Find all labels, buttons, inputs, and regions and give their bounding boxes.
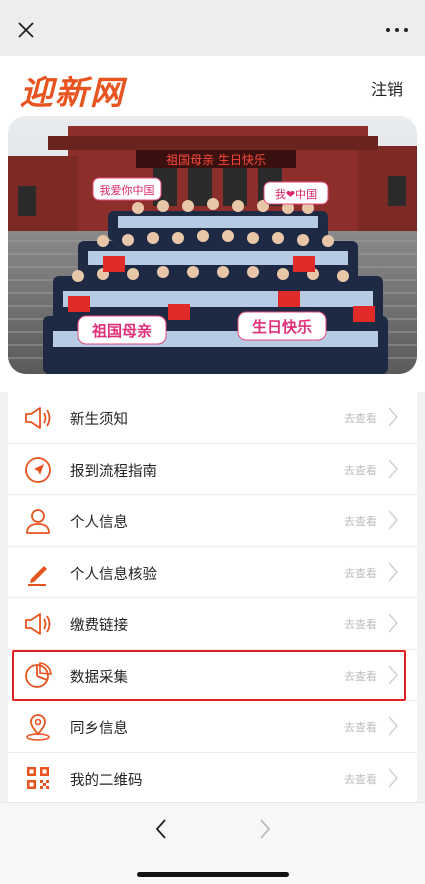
pencil-icon (22, 558, 54, 588)
menu-item-hint: 去查看 (344, 772, 377, 786)
chevron-right-icon (388, 407, 398, 427)
menu-item-hint: 去查看 (344, 463, 377, 477)
more-options-icon[interactable] (383, 18, 411, 42)
hero-sign-right-bottom: 生日快乐 (252, 318, 312, 336)
qr-code-icon (22, 764, 54, 794)
menu-item-hint: 去查看 (344, 566, 377, 580)
compass-icon (22, 455, 54, 485)
hero-photo: 祖国母亲 生日快乐 我爱你中国 我❤中国 祖国母亲 生日快乐 (8, 116, 417, 374)
menu-item-hometown-info[interactable]: 同乡信息 去查看 (8, 701, 417, 753)
app-logo: 迎新网 (20, 73, 125, 112)
hero-sign-left-bottom: 祖国母亲 (91, 322, 152, 340)
menu-item-hint: 去查看 (344, 515, 377, 528)
menu-item-label: 个人信息 (70, 515, 128, 531)
menu-item-hint: 去查看 (344, 412, 377, 425)
forward-arrow-icon[interactable] (252, 817, 276, 841)
chevron-right-icon (388, 562, 398, 581)
menu-item-label: 个人信息核验 (70, 566, 157, 583)
close-icon[interactable] (14, 18, 38, 42)
browser-bottom-bar (0, 802, 425, 884)
menu-item-info-verification[interactable]: 个人信息核验 去查看 (8, 547, 417, 598)
pie-chart-icon (22, 661, 54, 691)
menu-item-label: 缴费链接 (70, 618, 128, 634)
home-indicator (137, 872, 289, 877)
menu-item-hint: 去查看 (344, 669, 377, 683)
menu-item-my-qr-code[interactable]: 我的二维码 去查看 (8, 753, 417, 803)
chevron-right-icon (388, 716, 398, 736)
menu-item-hint: 去查看 (344, 721, 377, 734)
megaphone-icon (22, 609, 54, 639)
menu-item-personal-info[interactable]: 个人信息 去查看 (8, 495, 417, 547)
menu-item-payment-link[interactable]: 缴费链接 去查看 (8, 598, 417, 650)
chevron-right-icon (388, 459, 398, 478)
menu-item-label: 同乡信息 (70, 721, 128, 737)
chevron-right-icon (388, 510, 398, 530)
menu-item-registration-guide[interactable]: 报到流程指南 去查看 (8, 444, 417, 495)
hero-banner-text: 祖国母亲 生日快乐 (166, 152, 266, 167)
chevron-right-icon (388, 613, 398, 633)
user-icon (22, 506, 54, 536)
chevron-right-icon (388, 768, 398, 787)
menu-item-freshman-notice[interactable]: 新生须知 去查看 (8, 392, 417, 444)
megaphone-icon (22, 403, 54, 433)
app-header: 迎新网 注销 (0, 56, 425, 116)
hero-sign-left-top: 我爱你中国 (100, 184, 155, 197)
menu-item-hint: 去查看 (344, 618, 377, 631)
chevron-right-icon (388, 665, 398, 684)
menu-item-data-collection[interactable]: 数据采集 去查看 (8, 650, 417, 701)
top-bar (0, 0, 425, 56)
menu-item-label: 报到流程指南 (70, 463, 157, 480)
menu-item-label: 数据采集 (70, 669, 128, 686)
back-arrow-icon[interactable] (150, 817, 174, 841)
menu-item-label: 新生须知 (70, 412, 128, 428)
hero-sign-right-top: 我❤中国 (275, 188, 317, 201)
logout-button[interactable]: 注销 (371, 76, 403, 100)
hero-section: 祖国母亲 生日快乐 我爱你中国 我❤中国 祖国母亲 生日快乐 (0, 116, 425, 392)
menu-list: 新生须知 去查看 报到流程指南 去查看 个人信息 去查看 个人信息核验 去查看 … (8, 392, 417, 802)
location-pin-icon (22, 712, 54, 742)
menu-item-label: 我的二维码 (70, 772, 143, 789)
